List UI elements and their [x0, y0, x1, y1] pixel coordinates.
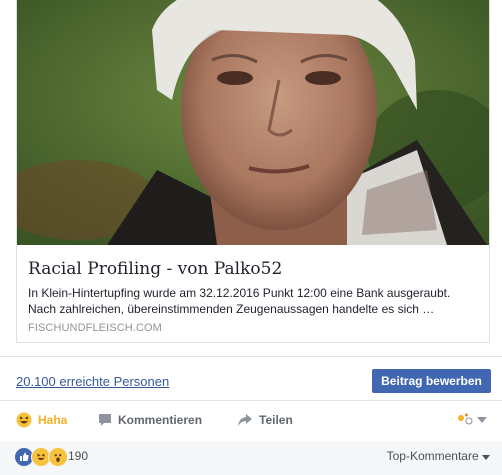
- comment-icon: [98, 413, 112, 427]
- reach-link[interactable]: 20.100 erreichte Personen: [16, 374, 169, 389]
- link-preview-image[interactable]: [17, 0, 489, 245]
- chevron-down-icon: [482, 449, 490, 463]
- comment-sort-label: Top-Kommentare: [386, 449, 479, 463]
- facebook-post: Racial Profiling - von Palko52 In Klein-…: [0, 0, 502, 475]
- haha-label: Haha: [38, 413, 68, 427]
- reaction-selector[interactable]: [456, 406, 487, 434]
- link-description: In Klein-Hintertupfing wurde am 32.12.20…: [28, 286, 451, 316]
- haha-emoji-icon: [16, 412, 32, 428]
- reaction-count[interactable]: 190: [68, 449, 88, 463]
- portrait-photo: [17, 0, 489, 245]
- chevron-down-icon: [477, 414, 487, 426]
- divider: [0, 400, 502, 401]
- link-title[interactable]: Racial Profiling - von Palko52: [28, 259, 282, 279]
- comment-button[interactable]: Kommentieren: [98, 406, 202, 434]
- link-preview-body[interactable]: Racial Profiling - von Palko52 In Klein-…: [17, 245, 489, 343]
- comment-label: Kommentieren: [118, 413, 203, 427]
- comment-sort-dropdown[interactable]: Top-Kommentare: [387, 449, 490, 463]
- haha-reaction-button[interactable]: Haha: [16, 406, 67, 434]
- share-button[interactable]: Teilen: [237, 406, 293, 434]
- share-icon: [237, 413, 253, 427]
- wow-icon: [48, 447, 68, 467]
- link-preview-card[interactable]: Racial Profiling - von Palko52 In Klein-…: [16, 0, 490, 343]
- reaction-icons[interactable]: [14, 447, 68, 467]
- boost-post-button[interactable]: Beitrag bewerben: [372, 369, 491, 393]
- divider: [0, 356, 502, 357]
- share-label: Teilen: [259, 413, 293, 427]
- reaction-avatar-icon: [456, 412, 474, 429]
- link-domain: FISCHUNDFLEISCH.COM: [28, 322, 162, 334]
- post-actions-bar: Haha Kommentieren Teilen: [0, 406, 502, 434]
- reaction-summary: 190 Top-Kommentare: [0, 441, 502, 475]
